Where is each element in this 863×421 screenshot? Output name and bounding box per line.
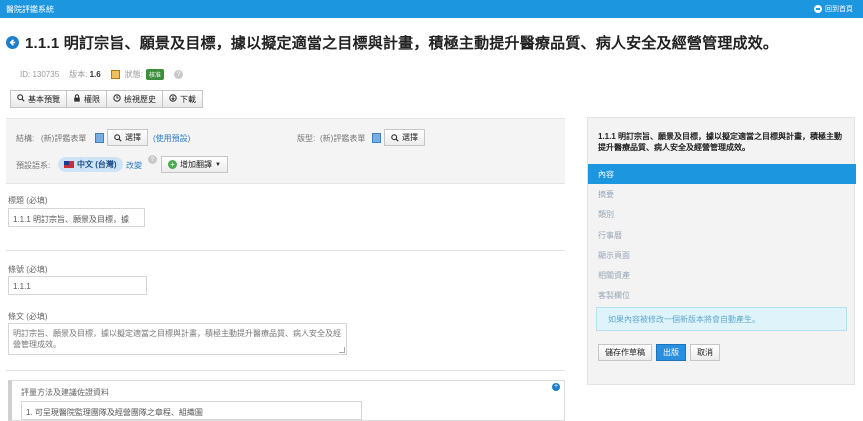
layout-select-button[interactable]: 選擇 [384,129,425,146]
layout-select-label: 選擇 [402,133,418,142]
change-language-link[interactable]: 改變 [126,160,142,171]
version-info: 版本: 1.6 [69,69,101,80]
id-text: ID: 130735 [20,70,60,79]
help-icon[interactable]: ? [173,70,183,79]
version-label: 版本: [69,70,88,79]
back-arrow-icon[interactable] [6,36,19,49]
sidebar-item-calendar[interactable]: 行事曆 [588,225,856,245]
layout-value: (新)評鑑表單 [320,134,366,143]
lock-icon [73,94,81,104]
basic-preview-button[interactable]: 基本預覽 [10,90,67,108]
edit-status-icon [110,70,120,79]
structure-settings: 結構: (新)評鑑表單 選擇 (使用預設) 版型: (新)評鑑表單 選擇 預設語… [6,118,565,184]
resize-handle[interactable] [339,347,345,353]
form-actions: 儲存作草稿 出版 取消 [598,344,720,361]
evaluation-section: 評量方法及建議佐證資料 1. 可呈現醫院監理團隊及經營團隊之章程、組織圖 [8,380,565,421]
view-history-label: 檢視歷史 [124,94,156,104]
clock-icon [113,94,121,104]
layout-label: 版型: [297,134,316,143]
use-default-link[interactable]: (使用預設) [153,133,190,144]
meta-row: ID: 130735 版本: 1.6 狀態: 核准 ? [20,69,183,80]
add-translation-button[interactable]: + 增加翻譯 ▼ [161,156,228,173]
sidebar-title: 1.1.1 明訂宗旨、願景及目標，據以擬定適當之目標與計畫，積極主動提升醫療品質… [598,132,843,152]
clause-text-textarea[interactable]: 明訂宗旨、願景及目標，據以擬定適當之目標與計畫，積極主動提升醫療品質、病人安全及… [8,323,347,355]
document-icon [95,133,104,143]
sidebar-panel: 1.1.1 明訂宗旨、願景及目標，據以擬定適當之目標與計畫，積極主動提升醫療品質… [587,117,856,385]
info-alert: 如果內容被修改一個新版本將會自動產生。 [596,307,847,331]
page-title: 1.1.1 明訂宗旨、願景及目標，據以擬定適當之目標與計畫，積極主動提升醫療品質… [25,35,779,52]
publish-button[interactable]: 出版 [656,344,686,361]
sidebar-item-summary[interactable]: 摘要 [588,184,856,204]
minus-circle-icon [814,5,822,13]
structure-value: (新)評鑑表單 [41,134,87,143]
save-draft-button[interactable]: 儲存作草稿 [598,344,652,361]
evaluation-item-input[interactable]: 1. 可呈現醫院監理團隊及經營團隊之章程、組織圖 [21,401,362,420]
status-info: 狀態: 核准 [110,69,164,80]
help-icon[interactable]: ? [148,155,157,164]
edit-form: 結構: (新)評鑑表單 選擇 (使用預設) 版型: (新)評鑑表單 選擇 預設語… [6,118,565,421]
sidebar-item-display-page[interactable]: 顯示頁面 [588,245,856,265]
title-label: 標題 (必填) [8,196,48,205]
toolbar: 基本預覽 權限 檢視歷史 下載 [10,90,203,108]
caret-down-icon: ▼ [215,161,221,168]
basic-preview-label: 基本預覽 [28,94,60,104]
plus-icon: + [168,160,177,169]
structure-select-button[interactable]: 選擇 [107,129,148,146]
structure-label: 結構: [16,134,35,143]
status-badge: 核准 [145,69,164,80]
page-header: 1.1.1 明訂宗旨、願景及目標，據以擬定適當之目標與計畫，積極主動提升醫療品質… [6,32,778,53]
title-input[interactable]: 1.1.1 明訂宗旨、願景及目標，據 [8,208,145,227]
sidebar-item-category[interactable]: 類別 [588,205,856,225]
divider [6,370,565,371]
evaluation-section-label: 評量方法及建議佐證資料 [21,388,109,397]
sidebar-item-custom-fields[interactable]: 客製欄位 [588,286,856,306]
sidebar-nav: 內容 摘要 類別 行事曆 顯示頁面 相關資產 客製欄位 [588,164,856,306]
clause-no-label: 條號 (必填) [8,265,48,274]
document-icon [372,133,381,143]
taiwan-flag-icon [64,161,74,168]
divider [6,250,565,251]
search-icon [114,133,122,142]
sidebar-item-content[interactable]: 內容 [588,164,856,185]
download-icon [169,94,177,104]
download-label: 下載 [180,94,196,104]
app-title: 醫院評鑑系統 [6,5,54,14]
search-icon [17,94,25,104]
add-translation-label: 增加翻譯 [180,160,212,169]
permissions-button[interactable]: 權限 [67,90,107,108]
language-pill: 中文 (台灣) [58,157,123,172]
download-button[interactable]: 下載 [163,90,203,108]
add-field-icon[interactable]: + [552,383,560,391]
cancel-button[interactable]: 取消 [690,344,720,361]
clause-text-label: 條文 (必填) [8,312,48,321]
top-bar: 醫院評鑑系統 回到首頁 [0,0,863,18]
clause-no-input[interactable]: 1.1.1 [8,276,147,295]
language-value: 中文 (台灣) [77,160,117,169]
search-icon [391,133,399,142]
view-history-button[interactable]: 檢視歷史 [107,90,163,108]
default-lang-label: 預設語系: [16,161,51,170]
clause-text-value: 明訂宗旨、願景及目標，據以擬定適當之目標與計畫，積極主動提升醫療品質、病人安全及… [13,329,341,349]
structure-select-label: 選擇 [125,133,141,142]
version-value: 1.6 [89,70,101,79]
home-link[interactable]: 回到首頁 [814,4,853,14]
sidebar-item-related-assets[interactable]: 相關資產 [588,265,856,285]
home-link-label: 回到首頁 [825,6,853,13]
permissions-label: 權限 [84,94,100,104]
status-label: 狀態: [124,70,143,79]
